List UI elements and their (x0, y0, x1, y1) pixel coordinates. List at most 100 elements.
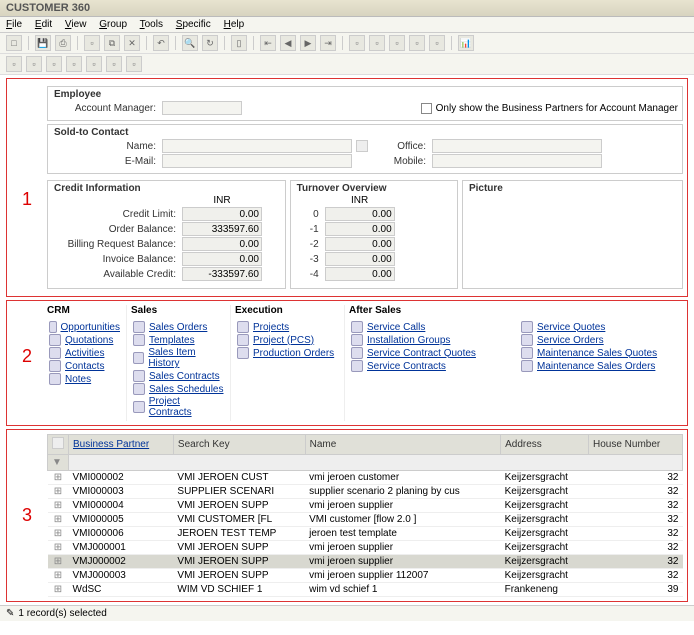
tool-r2-4-icon[interactable]: ▫ (66, 56, 82, 72)
tool-find-icon[interactable]: 🔍 (182, 35, 198, 51)
after-link[interactable]: Service Contracts (367, 361, 446, 372)
tool-nav1-icon[interactable]: ▫ (349, 35, 365, 51)
table-row[interactable]: ⊞VMJ000001VMI JEROEN SUPPvmi jeroen supp… (48, 541, 683, 555)
tool-nav5-icon[interactable]: ▫ (429, 35, 445, 51)
menu-specific[interactable]: Specific (176, 19, 211, 30)
col-sk[interactable]: Search Key (173, 435, 305, 455)
table-row[interactable]: ⊞VMI000004VMI JEROEN SUPPvmi jeroen supp… (48, 499, 683, 513)
tool-r2-6-icon[interactable]: ▫ (106, 56, 122, 72)
sales-item[interactable]: Sales Schedules (133, 383, 224, 395)
crm-item[interactable]: Opportunities (49, 321, 120, 333)
after-item[interactable]: Service Contracts (351, 360, 507, 372)
sales-link[interactable]: Sales Schedules (149, 384, 224, 395)
sales-link[interactable]: Sales Contracts (149, 371, 220, 382)
tool-undo-icon[interactable]: ↶ (153, 35, 169, 51)
sales-item[interactable]: Templates (133, 334, 224, 346)
menu-file[interactable]: File (6, 19, 22, 30)
tool-open-icon[interactable]: □ (6, 35, 22, 51)
after-item[interactable]: Service Quotes (521, 321, 677, 333)
col-addr[interactable]: Address (501, 435, 589, 455)
tool-r2-2-icon[interactable]: ▫ (26, 56, 42, 72)
crm-item[interactable]: Contacts (49, 360, 120, 372)
sales-item[interactable]: Sales Orders (133, 321, 224, 333)
table-row[interactable]: ⊞VMI000005VMI CUSTOMER [FLVMI customer [… (48, 513, 683, 527)
tool-r2-7-icon[interactable]: ▫ (126, 56, 142, 72)
name-input[interactable] (162, 139, 352, 153)
tool-delete-icon[interactable]: ✕ (124, 35, 140, 51)
tool-nav2-icon[interactable]: ▫ (369, 35, 385, 51)
tool-r2-1-icon[interactable]: ▫ (6, 56, 22, 72)
after-link[interactable]: Installation Groups (367, 335, 450, 346)
menu-view[interactable]: View (65, 19, 87, 30)
tool-nav4-icon[interactable]: ▫ (409, 35, 425, 51)
after-link[interactable]: Service Calls (367, 322, 425, 333)
table-row[interactable]: ⊞VMI000002VMI JEROEN CUSTvmi jeroen cust… (48, 471, 683, 485)
crm-item[interactable]: Quotations (49, 334, 120, 346)
col-name[interactable]: Name (305, 435, 500, 455)
after-link[interactable]: Service Quotes (537, 322, 605, 333)
table-row[interactable]: ⊞VMI000003SUPPLIER SCENARIsupplier scena… (48, 485, 683, 499)
row-handle-icon[interactable]: ⊞ (48, 555, 69, 569)
account-manager-input[interactable] (162, 101, 242, 115)
row-handle-icon[interactable]: ⊞ (48, 569, 69, 583)
bp-grid[interactable]: Business Partner Search Key Name Address… (47, 434, 683, 597)
sales-item[interactable]: Sales Contracts (133, 370, 224, 382)
execution-link[interactable]: Production Orders (253, 348, 334, 359)
menu-tools[interactable]: Tools (140, 19, 163, 30)
execution-link[interactable]: Project (PCS) (253, 335, 314, 346)
tool-new-icon[interactable]: ▫ (84, 35, 100, 51)
tool-next-icon[interactable]: ▶ (300, 35, 316, 51)
menu-group[interactable]: Group (99, 19, 127, 30)
after-item[interactable]: Maintenance Sales Quotes (521, 347, 677, 359)
crm-link[interactable]: Quotations (65, 335, 113, 346)
tool-r2-3-icon[interactable]: ▫ (46, 56, 62, 72)
sales-link[interactable]: Templates (149, 335, 195, 346)
execution-item[interactable]: Projects (237, 321, 338, 333)
tool-last-icon[interactable]: ⇥ (320, 35, 336, 51)
crm-link[interactable]: Opportunities (61, 322, 120, 333)
tool-first-icon[interactable]: ⇤ (260, 35, 276, 51)
tool-save-icon[interactable]: 💾 (35, 35, 51, 51)
table-row[interactable]: ⊞VMJ000003VMI JEROEN SUPPvmi jeroen supp… (48, 569, 683, 583)
row-handle-icon[interactable]: ⊞ (48, 485, 69, 499)
sales-link[interactable]: Sales Item History (148, 347, 224, 369)
name-lookup-icon[interactable] (356, 140, 368, 152)
after-item[interactable]: Maintenance Sales Orders (521, 360, 677, 372)
crm-link[interactable]: Contacts (65, 361, 104, 372)
after-item[interactable]: Service Calls (351, 321, 507, 333)
execution-item[interactable]: Project (PCS) (237, 334, 338, 346)
execution-item[interactable]: Production Orders (237, 347, 338, 359)
sales-item[interactable]: Project Contracts (133, 396, 224, 418)
office-input[interactable] (432, 139, 602, 153)
crm-link[interactable]: Notes (65, 374, 91, 385)
sales-item[interactable]: Sales Item History (133, 347, 224, 369)
tool-doc-icon[interactable]: ▯ (231, 35, 247, 51)
crm-item[interactable]: Activities (49, 347, 120, 359)
tool-r2-5-icon[interactable]: ▫ (86, 56, 102, 72)
crm-link[interactable]: Activities (65, 348, 104, 359)
mobile-input[interactable] (432, 154, 602, 168)
only-show-checkbox[interactable] (421, 103, 432, 114)
menu-edit[interactable]: Edit (35, 19, 52, 30)
col-bp[interactable]: Business Partner (69, 435, 174, 455)
row-handle-icon[interactable]: ⊞ (48, 583, 69, 597)
sales-link[interactable]: Project Contracts (149, 396, 224, 418)
sales-link[interactable]: Sales Orders (149, 322, 207, 333)
grid-config-icon[interactable] (52, 437, 64, 449)
menu-help[interactable]: Help (224, 19, 245, 30)
tool-copy-icon[interactable]: ⧉ (104, 35, 120, 51)
after-item[interactable]: Installation Groups (351, 334, 507, 346)
after-item[interactable]: Service Orders (521, 334, 677, 346)
after-item[interactable]: Service Contract Quotes (351, 347, 507, 359)
row-handle-icon[interactable]: ⊞ (48, 471, 69, 485)
tool-print-icon[interactable]: ⎙ (55, 35, 71, 51)
row-handle-icon[interactable]: ⊞ (48, 541, 69, 555)
execution-link[interactable]: Projects (253, 322, 289, 333)
table-row[interactable]: ⊞VMJ000002VMI JEROEN SUPPvmi jeroen supp… (48, 555, 683, 569)
after-link[interactable]: Maintenance Sales Quotes (537, 348, 657, 359)
tool-chart-icon[interactable]: 📊 (458, 35, 474, 51)
after-link[interactable]: Service Orders (537, 335, 604, 346)
table-row[interactable]: ⊞WdSCWIM VD SCHIEF 1wim vd schief 1Frank… (48, 583, 683, 597)
row-handle-icon[interactable]: ⊞ (48, 499, 69, 513)
tool-nav3-icon[interactable]: ▫ (389, 35, 405, 51)
